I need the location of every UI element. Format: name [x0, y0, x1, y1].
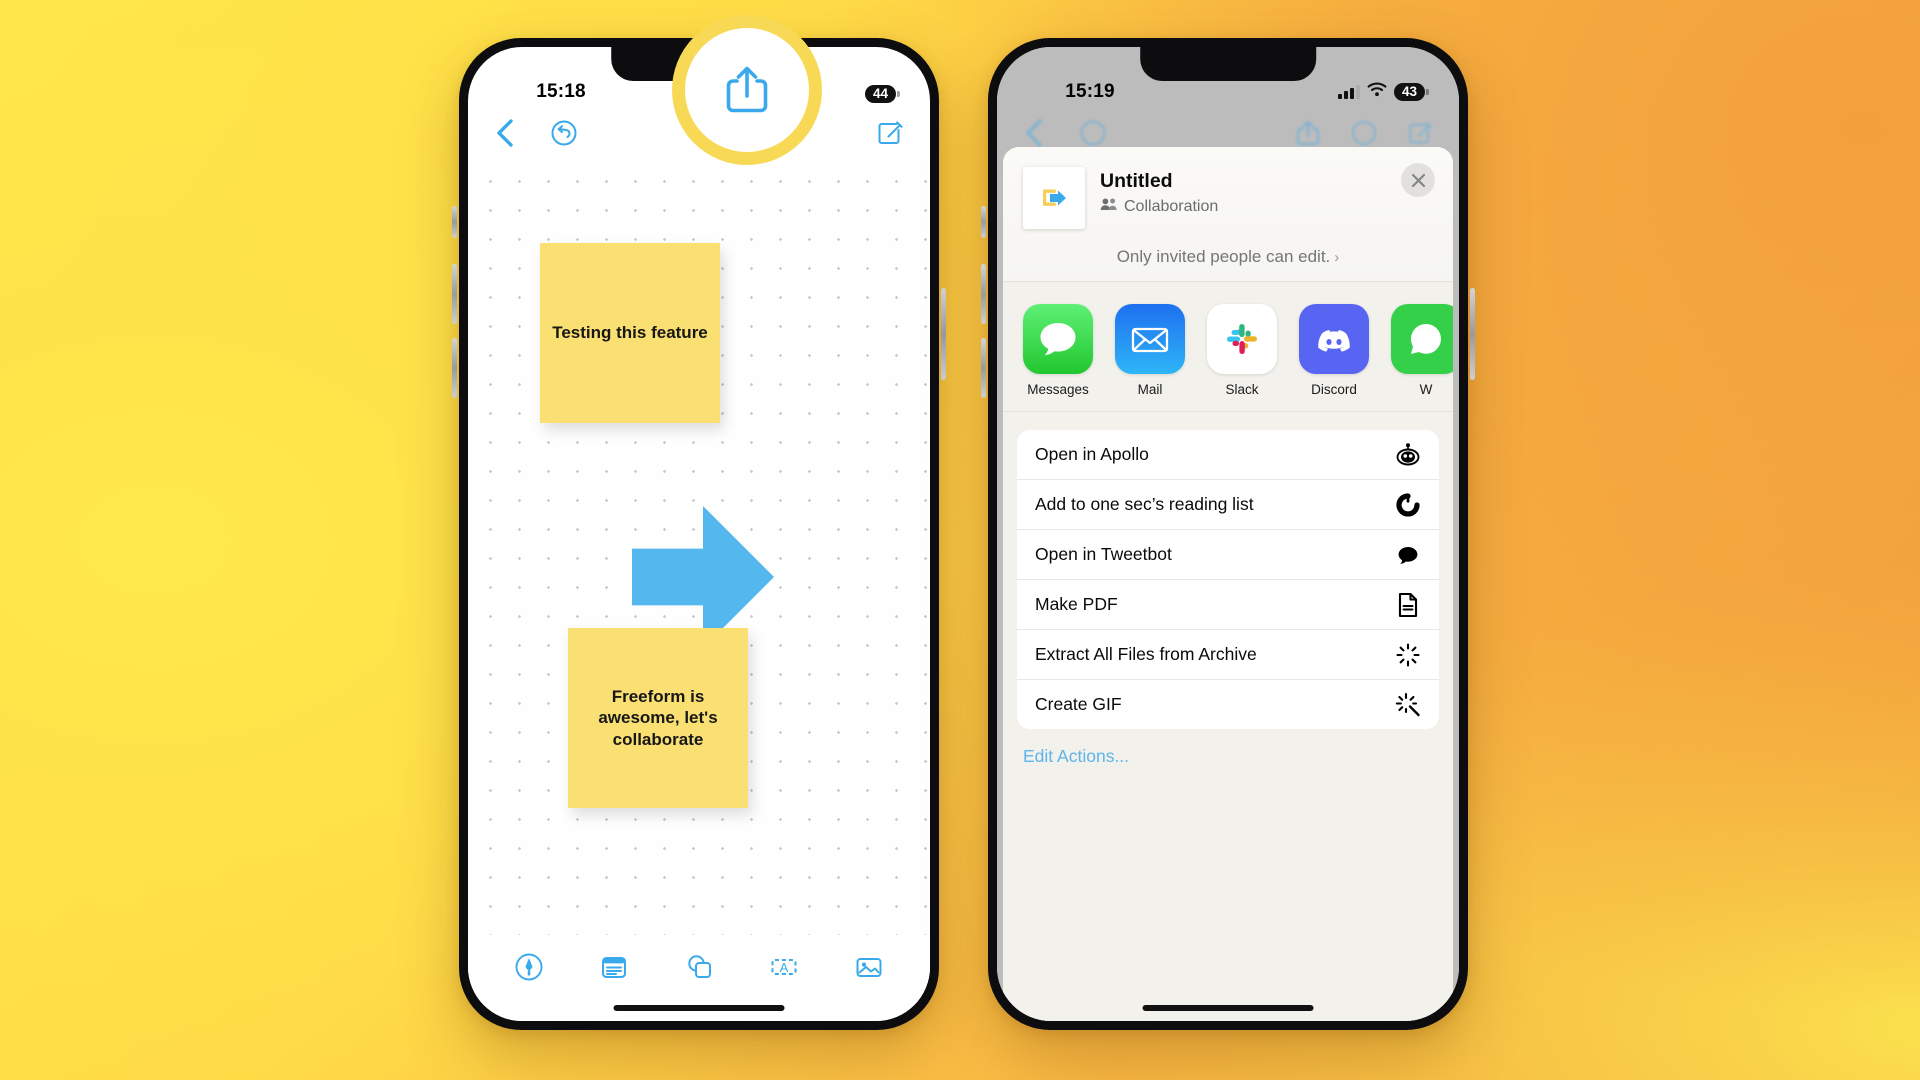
- volume-down-button[interactable]: [452, 338, 457, 398]
- share-app-label: Messages: [1027, 382, 1089, 397]
- share-app-label: Slack: [1225, 382, 1259, 397]
- sticky-note[interactable]: Freeform is awesome, let's collaborate: [568, 628, 748, 808]
- mute-switch[interactable]: [452, 206, 457, 238]
- power-button[interactable]: [941, 288, 946, 380]
- battery-indicator: 43: [1393, 82, 1425, 102]
- onesec-icon: [1395, 492, 1421, 518]
- signal-bars-icon: [1337, 85, 1360, 99]
- edit-actions-button[interactable]: Edit Actions...: [1003, 729, 1453, 767]
- screenshot-canvas: 15:18 44 Testing this feature Freeform i…: [0, 0, 1920, 1080]
- undo-icon[interactable]: [550, 119, 578, 147]
- sparkle-burst-icon: [1395, 642, 1421, 668]
- people-icon: [1100, 197, 1118, 216]
- action-row-create-gif[interactable]: Create GIF: [1017, 680, 1439, 729]
- action-row-open-in-apollo[interactable]: Open in Apollo: [1017, 430, 1439, 480]
- freeform-canvas[interactable]: Testing this feature Freeform is awesome…: [468, 161, 930, 935]
- permission-row[interactable]: Only invited people can edit. ›: [1023, 247, 1433, 267]
- share-icon[interactable]: [723, 64, 771, 116]
- messages-icon: [1023, 304, 1093, 374]
- mail-icon: [1115, 304, 1185, 374]
- media-icon[interactable]: [854, 952, 884, 982]
- share-app-slack[interactable]: Slack: [1207, 304, 1277, 397]
- action-label: Add to one sec’s reading list: [1035, 494, 1254, 514]
- svg-text:A: A: [780, 960, 789, 975]
- status-bar-time: 15:18: [536, 81, 586, 102]
- left-phone-device: 15:18 44 Testing this feature Freeform i…: [452, 34, 946, 1034]
- shapes-icon[interactable]: [684, 952, 714, 982]
- share-apps-row[interactable]: Messages Mail Slack Discord W: [1003, 282, 1453, 412]
- action-label: Create GIF: [1035, 694, 1122, 714]
- action-label: Open in Apollo: [1035, 444, 1149, 464]
- document-subtitle: Collaboration: [1124, 197, 1219, 215]
- document-subtitle-row: Collaboration: [1100, 197, 1218, 216]
- share-app-label: Mail: [1137, 382, 1163, 397]
- volume-up-button[interactable]: [981, 264, 986, 324]
- share-app-mail[interactable]: Mail: [1115, 304, 1185, 397]
- share-sheet: Untitled Collaboration Only invited peop…: [1003, 147, 1453, 1021]
- text-box-icon[interactable]: A: [769, 952, 799, 982]
- document-thumbnail: [1023, 167, 1085, 229]
- arrow-right-shape[interactable]: [632, 506, 774, 648]
- document-title: Untitled: [1100, 170, 1173, 192]
- share-sheet-header: Untitled Collaboration Only invited peop…: [1003, 147, 1453, 282]
- power-button[interactable]: [1470, 288, 1475, 380]
- share-app-messages[interactable]: Messages: [1023, 304, 1093, 397]
- share-app-discord[interactable]: Discord: [1299, 304, 1369, 397]
- compose-icon[interactable]: [876, 119, 904, 147]
- volume-up-button[interactable]: [452, 264, 457, 324]
- share-button-highlight[interactable]: [672, 15, 822, 165]
- action-row-extract-all-files[interactable]: Extract All Files from Archive: [1017, 630, 1439, 680]
- sticky-note[interactable]: Testing this feature: [540, 243, 720, 423]
- share-app-label: W: [1419, 382, 1433, 397]
- tweetbot-icon: [1395, 542, 1421, 568]
- mute-switch[interactable]: [981, 206, 986, 238]
- chevron-left-icon[interactable]: [494, 118, 516, 148]
- chevron-right-icon: ›: [1334, 249, 1340, 266]
- action-label: Open in Tweetbot: [1035, 544, 1172, 564]
- magic-wand-icon: [1395, 692, 1421, 718]
- left-phone-screen: 15:18 44 Testing this feature Freeform i…: [468, 47, 930, 1021]
- apollo-icon: [1395, 442, 1421, 468]
- home-indicator: [613, 1005, 785, 1011]
- share-app-whatsapp[interactable]: W: [1391, 304, 1453, 397]
- slack-icon: [1207, 304, 1277, 374]
- action-label: Extract All Files from Archive: [1035, 644, 1257, 664]
- undo-icon: [1079, 119, 1107, 147]
- profile-icon: [1351, 120, 1377, 146]
- action-row-add-to-one-sec[interactable]: Add to one sec’s reading list: [1017, 480, 1439, 530]
- action-row-open-in-tweetbot[interactable]: Open in Tweetbot: [1017, 530, 1439, 580]
- action-row-make-pdf[interactable]: Make PDF: [1017, 580, 1439, 630]
- freeform-arrow-icon: [1043, 189, 1066, 206]
- notch: [1140, 47, 1316, 81]
- home-indicator: [1142, 1005, 1314, 1011]
- sticky-note-icon[interactable]: [599, 952, 629, 982]
- battery-indicator: 44: [864, 84, 896, 103]
- chevron-left-icon: [1023, 118, 1045, 148]
- right-phone-device: 15:19 43 Untitled Collaboration Only inv…: [981, 34, 1475, 1034]
- share-app-label: Discord: [1311, 382, 1357, 397]
- action-label: Make PDF: [1035, 594, 1118, 614]
- permission-text: Only invited people can edit.: [1116, 247, 1331, 266]
- compose-icon: [1407, 120, 1433, 146]
- close-icon[interactable]: [1401, 163, 1435, 197]
- whatsapp-icon: [1391, 304, 1453, 374]
- discord-icon: [1299, 304, 1369, 374]
- pen-tool-icon[interactable]: [514, 952, 544, 982]
- wifi-icon: [1367, 81, 1387, 103]
- share-actions-card: Open in Apollo Add to one sec’s reading …: [1017, 430, 1439, 729]
- right-phone-screen: 15:19 43 Untitled Collaboration Only inv…: [997, 47, 1459, 1021]
- document-icon: [1395, 592, 1421, 618]
- share-icon: [1295, 119, 1321, 147]
- volume-down-button[interactable]: [981, 338, 986, 398]
- status-bar-time: 15:19: [1065, 81, 1115, 102]
